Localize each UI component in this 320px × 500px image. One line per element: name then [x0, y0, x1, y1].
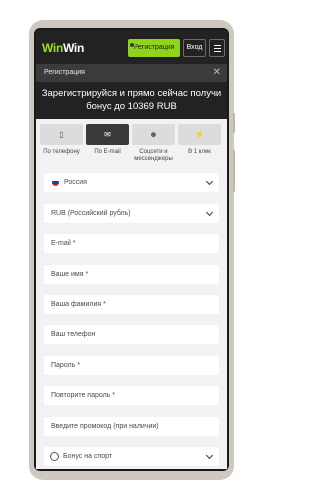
bonus-select[interactable]: Бонус на спорт — [44, 447, 219, 466]
russia-flag-icon — [52, 179, 59, 186]
logo-part2: Win — [63, 41, 84, 55]
country-value: Россия — [64, 179, 87, 186]
app-screen: WinWin Регистрация Вход Регистрация ✕ За… — [36, 30, 227, 469]
logo-part1: Win — [42, 41, 63, 55]
chevron-down-icon — [205, 451, 214, 460]
sport-ball-icon — [50, 452, 59, 461]
tab-one-click-label: В 1 клик — [188, 149, 211, 155]
country-select[interactable]: Россия — [44, 173, 219, 192]
phone-screen-bezel: WinWin Регистрация Вход Регистрация ✕ За… — [34, 28, 229, 471]
tab-one-click[interactable]: ⚡ — [178, 124, 221, 145]
chevron-down-icon — [205, 177, 214, 186]
phone-side-button — [233, 150, 235, 192]
hamburger-line — [214, 51, 221, 52]
tab-phone[interactable]: ▯ — [40, 124, 83, 145]
phone-icon: ▯ — [59, 130, 64, 139]
tab-email[interactable]: ✉ — [86, 124, 129, 145]
envelope-icon: ✉ — [104, 130, 111, 139]
hamburger-line — [214, 48, 221, 49]
promocode-placeholder: Введите промокод (при наличии) — [51, 423, 159, 430]
tab-social-label: Соцсети и мессенджеры — [134, 149, 173, 162]
phone-field[interactable]: Ваш телефон — [44, 325, 219, 344]
tab-social[interactable]: ☻ — [132, 124, 175, 145]
first-name-field[interactable]: Ваше имя * — [44, 265, 219, 284]
modal-header: Регистрация ✕ — [36, 64, 227, 82]
first-name-placeholder: Ваше имя * — [51, 271, 89, 278]
promocode-field[interactable]: Введите промокод (при наличии) — [44, 417, 219, 436]
last-name-field[interactable]: Ваша фамилия * — [44, 295, 219, 314]
hamburger-line — [214, 45, 221, 46]
phone-side-button — [233, 113, 235, 133]
promo-banner: Зарегистрируйся и прямо сейчас получи бо… — [36, 82, 227, 119]
winwin-logo[interactable]: WinWin — [42, 41, 84, 55]
chevron-down-icon — [205, 208, 214, 217]
users-icon: ☻ — [149, 130, 158, 139]
tab-email-label: По E-mail — [94, 149, 121, 155]
currency-select[interactable]: RUB (Российский рубль) — [44, 204, 219, 223]
hamburger-menu-button[interactable] — [209, 39, 225, 57]
currency-value: RUB (Российский рубль) — [51, 210, 131, 217]
password-field[interactable]: Пароль * — [44, 356, 219, 375]
register-button[interactable]: Регистрация — [128, 39, 180, 57]
lightning-icon: ⚡ — [194, 130, 205, 139]
repeat-password-field[interactable]: Повторите пароль * — [44, 386, 219, 405]
tab-phone-label: По телефону — [43, 149, 80, 155]
flag-stripe-red — [52, 183, 59, 186]
email-field[interactable]: E-mail * — [44, 234, 219, 253]
repeat-password-placeholder: Повторите пароль * — [51, 392, 115, 399]
top-bar: WinWin Регистрация Вход — [36, 30, 227, 64]
phone-placeholder: Ваш телефон — [51, 331, 96, 338]
close-icon[interactable]: ✕ — [213, 67, 221, 79]
device-frame: WinWin Регистрация Вход Регистрация ✕ За… — [0, 0, 264, 500]
login-button[interactable]: Вход — [183, 39, 206, 57]
email-placeholder: E-mail * — [51, 240, 76, 247]
register-indicator-icon — [129, 42, 135, 48]
bonus-value: Бонус на спорт — [63, 453, 113, 460]
last-name-placeholder: Ваша фамилия * — [51, 301, 106, 308]
modal-title: Регистрация — [44, 69, 85, 76]
password-placeholder: Пароль * — [51, 362, 80, 369]
